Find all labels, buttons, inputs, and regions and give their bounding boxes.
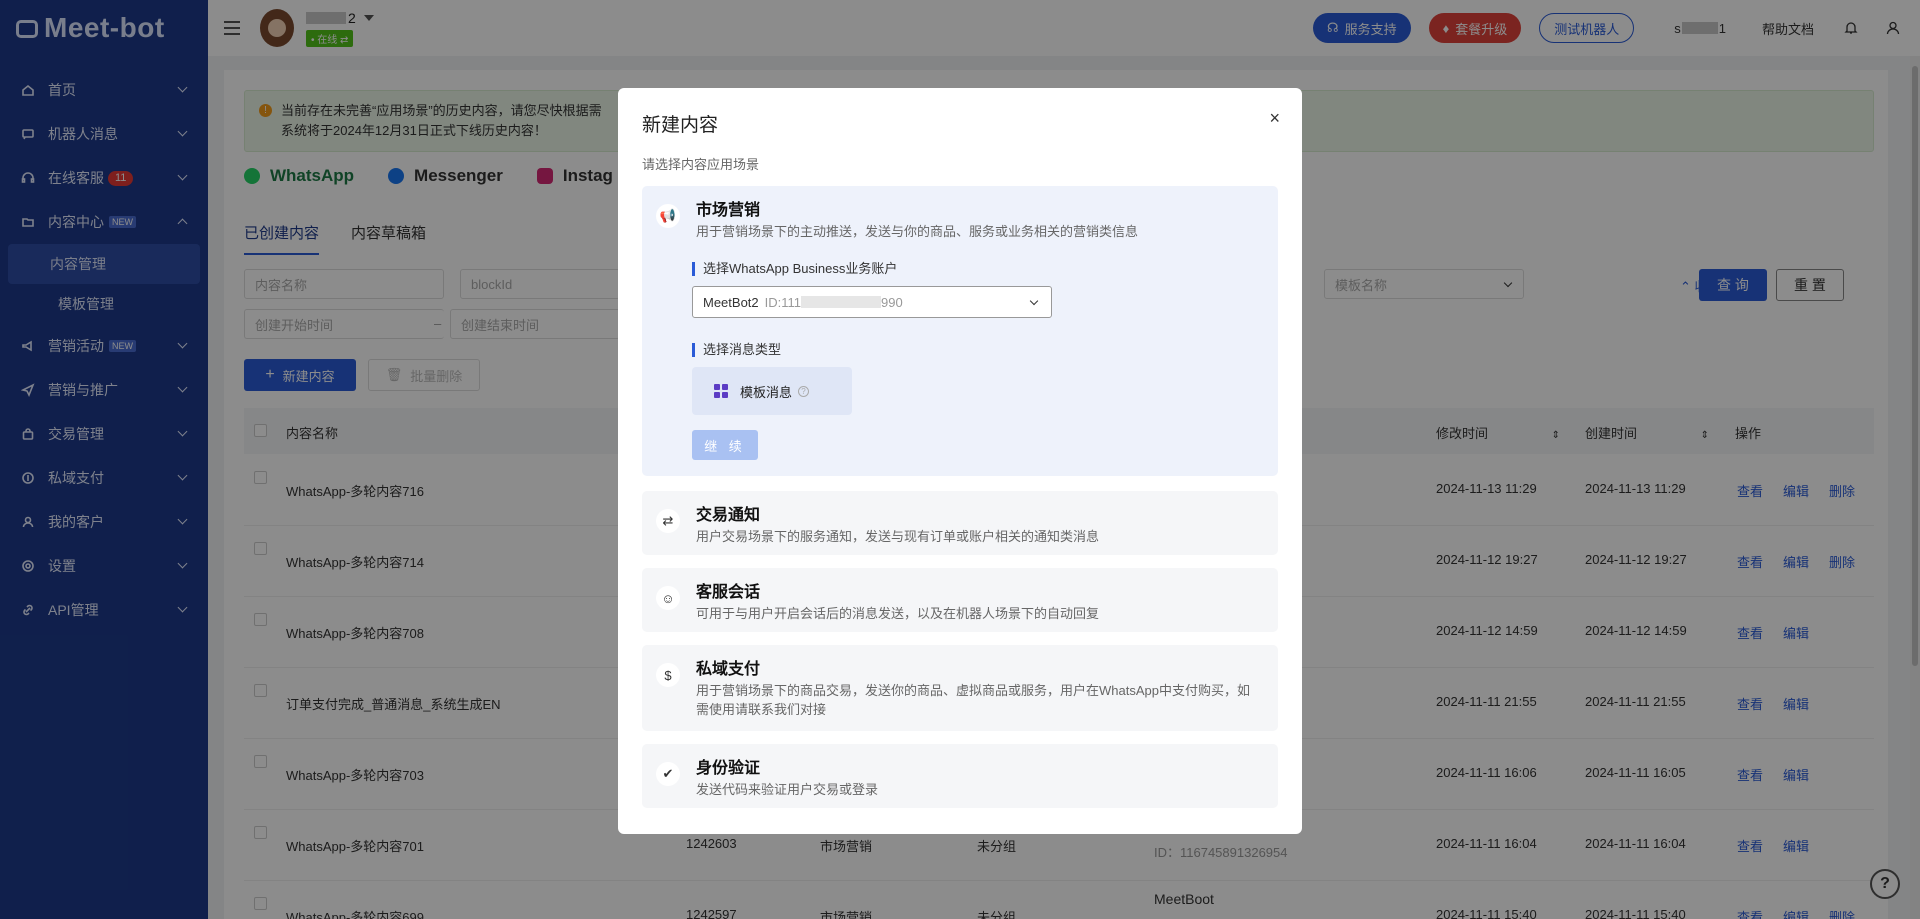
option-title: 交易通知 <box>696 507 761 524</box>
scene-option-transaction[interactable]: ⇄ 交易通知 用户交易场景下的服务通知，发送与现有订单或账户相关的通知类消息 <box>642 491 1278 555</box>
dialog-title: 新建内容 <box>642 115 719 136</box>
scene-option-service[interactable]: ☺ 客服会话 可用于与用户开启会话后的消息发送，以及在机器人场景下的自动回复 <box>642 568 1278 632</box>
scene-option-payment[interactable]: $ 私域支付 用于营销场景下的商品交易，发送你的商品、虚拟商品或服务，用户在Wh… <box>642 645 1278 731</box>
app-root: Meet-bot 首页 机器人消息 在线客服 11 内容中心 NEW 内容管理 模板管理 营销活… <box>0 0 1920 919</box>
message-type-template[interactable]: 模板消息 ? <box>692 367 852 415</box>
template-grid-icon <box>714 384 728 398</box>
message-type-label: 选择消息类型 <box>692 343 781 357</box>
exchange-icon: ⇄ <box>656 509 680 533</box>
account-label: 选择WhatsApp Business业务账户 <box>692 262 897 276</box>
account-id-suffix: 990 <box>881 294 903 310</box>
money-bag-icon: $ <box>656 663 680 687</box>
option-desc: 发送代码来验证用户交易或登录 <box>696 782 879 797</box>
message-type-text: 模板消息 <box>740 384 793 400</box>
option-title: 私域支付 <box>696 661 761 678</box>
account-name: MeetBot2 <box>703 294 759 310</box>
chevron-down-icon <box>1029 296 1039 306</box>
option-desc: 用于营销场景下的主动推送，发送与你的商品、服务或业务相关的营销类信息 <box>696 224 1139 239</box>
option-desc: 用户交易场景下的服务通知，发送与现有订单或账户相关的通知类消息 <box>696 529 1100 544</box>
account-id-prefix: ID:111 <box>764 294 802 310</box>
new-content-dialog: 新建内容 × 请选择内容应用场景 📢 市场营销 用于营销场景下的主动推送，发送与… <box>618 88 1302 834</box>
shield-check-icon: ✔ <box>656 762 680 786</box>
continue-button[interactable]: 继 续 <box>692 430 758 460</box>
option-desc: 可用于与用户开启会话后的消息发送，以及在机器人场景下的自动回复 <box>696 606 1100 621</box>
scene-option-marketing[interactable]: 📢 市场营销 用于营销场景下的主动推送，发送与你的商品、服务或业务相关的营销类信… <box>642 186 1278 476</box>
redacted-text <box>801 296 882 308</box>
option-title: 身份验证 <box>696 760 761 777</box>
dialog-subtitle: 请选择内容应用场景 <box>642 157 760 172</box>
close-icon[interactable]: × <box>1269 108 1280 129</box>
question-icon[interactable]: ? <box>798 385 810 397</box>
agent-icon: ☺ <box>656 586 680 610</box>
business-account-select[interactable]: MeetBot2 ID:111 990 <box>692 286 1052 318</box>
option-desc: 用于营销场景下的商品交易，发送你的商品、虚拟商品或服务，用户在WhatsApp中… <box>696 683 1250 717</box>
megaphone-icon: 📢 <box>656 204 680 228</box>
scene-option-verification[interactable]: ✔ 身份验证 发送代码来验证用户交易或登录 <box>642 744 1278 808</box>
option-title: 市场营销 <box>696 202 761 219</box>
option-title: 客服会话 <box>696 584 761 601</box>
